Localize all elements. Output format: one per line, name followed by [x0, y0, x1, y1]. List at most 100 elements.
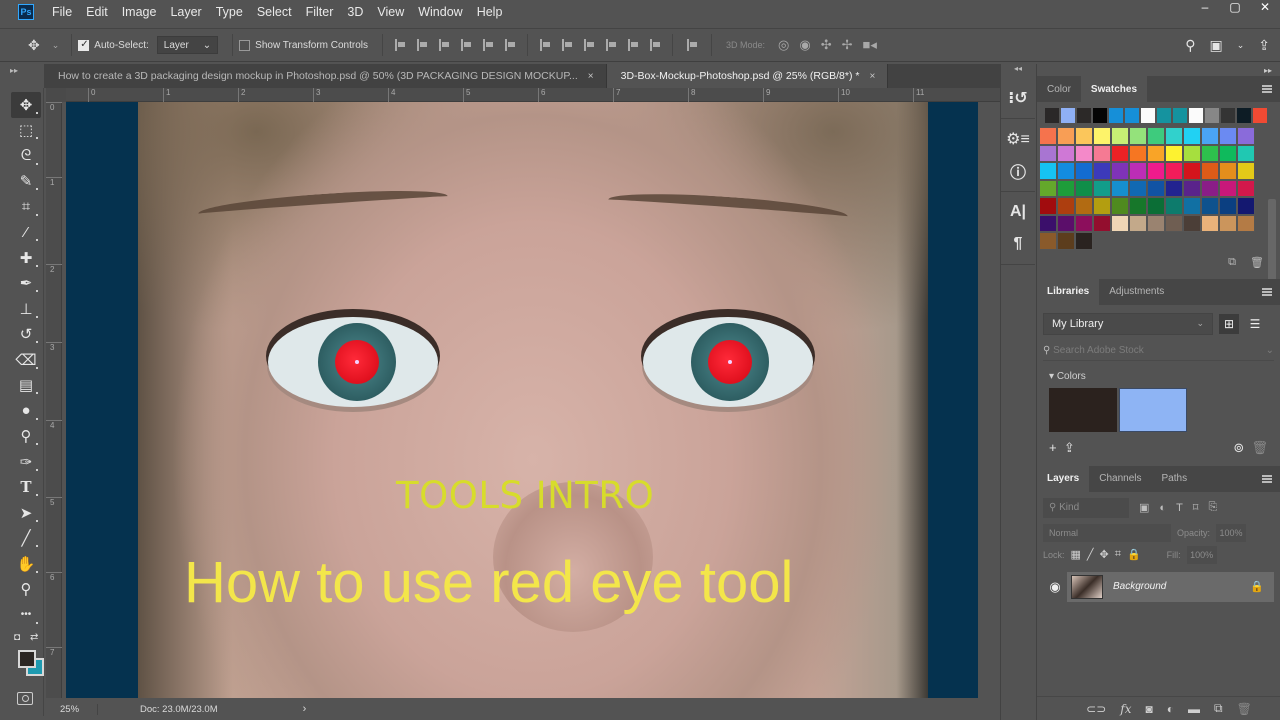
- link-icon[interactable]: ⊂⊃: [1086, 702, 1106, 716]
- color-swatch[interactable]: [1201, 179, 1219, 197]
- pen-tool[interactable]: ✑: [11, 449, 41, 475]
- color-swatch[interactable]: [1183, 179, 1201, 197]
- status-menu-arrow[interactable]: ›: [303, 703, 307, 715]
- filter-pixel-icon[interactable]: ▣: [1139, 501, 1149, 514]
- panel-menu-icon[interactable]: [1262, 85, 1272, 93]
- marquee-tool[interactable]: ⬚: [11, 118, 41, 144]
- paragraph-icon[interactable]: ¶: [1001, 228, 1035, 260]
- auto-select-target-dropdown[interactable]: Layer ⌄: [156, 36, 219, 54]
- lock-image-icon[interactable]: ╱: [1087, 548, 1094, 561]
- color-swatch[interactable]: [1075, 197, 1093, 215]
- color-swatch[interactable]: [1129, 144, 1147, 162]
- align-left-icon[interactable]: [461, 39, 471, 51]
- adjustment-icon[interactable]: ◐: [1167, 702, 1174, 716]
- color-swatch[interactable]: [1075, 144, 1093, 162]
- library-color-blue[interactable]: [1119, 387, 1187, 432]
- roll-3d-icon[interactable]: ◉: [799, 37, 810, 53]
- workspace-icon[interactable]: ▣: [1209, 37, 1222, 54]
- history-icon[interactable]: ⁝↺: [1001, 82, 1035, 114]
- panel-menu-icon[interactable]: [1262, 287, 1272, 296]
- color-swatch[interactable]: [1183, 127, 1201, 145]
- path-selection-tool[interactable]: ➤: [11, 500, 41, 526]
- recent-swatch[interactable]: [1189, 108, 1203, 123]
- healing-brush-tool[interactable]: ✚: [11, 245, 41, 271]
- brush-tool[interactable]: ✒: [11, 271, 41, 297]
- recent-swatch[interactable]: [1157, 108, 1171, 123]
- align-right-icon[interactable]: [505, 39, 515, 51]
- menu-layer[interactable]: Layer: [170, 5, 201, 19]
- blend-mode-dropdown[interactable]: Normal: [1043, 523, 1171, 542]
- lasso-tool[interactable]: ᘓ: [11, 143, 41, 169]
- color-swatch[interactable]: [1093, 144, 1111, 162]
- zoom-tool[interactable]: ⚲: [11, 577, 41, 603]
- menu-window[interactable]: Window: [418, 5, 462, 19]
- distribute-top-icon[interactable]: [540, 39, 550, 51]
- color-swatch[interactable]: [1057, 162, 1075, 180]
- color-swatch[interactable]: [1237, 179, 1255, 197]
- color-swatch[interactable]: [1111, 214, 1129, 232]
- visibility-eye-icon[interactable]: ◉: [1043, 579, 1067, 595]
- color-swatch[interactable]: [1039, 214, 1057, 232]
- collapse-icons-icon[interactable]: ◂◂: [1001, 64, 1035, 78]
- color-swatch[interactable]: [1237, 162, 1255, 180]
- color-swatch[interactable]: [1057, 127, 1075, 145]
- color-swatch[interactable]: [1165, 162, 1183, 180]
- color-swatch[interactable]: [1237, 127, 1255, 145]
- color-swatch[interactable]: [1147, 144, 1165, 162]
- align-hcenter-icon[interactable]: [483, 39, 493, 51]
- properties-icon[interactable]: ⚙≡: [1001, 123, 1035, 155]
- color-swatch[interactable]: [1147, 197, 1165, 215]
- menu-3d[interactable]: 3D: [347, 5, 363, 19]
- move-tool-preset-icon[interactable]: ✥: [28, 37, 40, 54]
- recent-swatch[interactable]: [1077, 108, 1091, 123]
- filter-adjustment-icon[interactable]: ◐: [1159, 502, 1166, 514]
- filter-type-icon[interactable]: T: [1176, 502, 1183, 514]
- color-swatch[interactable]: [1093, 179, 1111, 197]
- collapse-toolbar-icon[interactable]: ▸▸: [10, 66, 18, 75]
- distribute-left-icon[interactable]: [606, 39, 616, 51]
- menu-view[interactable]: View: [377, 5, 404, 19]
- color-swatch[interactable]: [1057, 214, 1075, 232]
- show-transform-controls-checkbox[interactable]: [239, 39, 251, 51]
- orbit-3d-icon[interactable]: ◎: [778, 37, 789, 53]
- opacity-input[interactable]: 100%: [1216, 523, 1247, 542]
- color-swatch[interactable]: [1237, 214, 1255, 232]
- color-swatch[interactable]: [1165, 179, 1183, 197]
- foreground-color[interactable]: [18, 649, 36, 668]
- color-swatch[interactable]: [1093, 162, 1111, 180]
- character-icon[interactable]: A|: [1001, 196, 1035, 228]
- recent-swatch[interactable]: [1237, 108, 1251, 123]
- expand-panels-icon[interactable]: ▸▸: [1264, 66, 1272, 75]
- distribute-right-icon[interactable]: [650, 39, 660, 51]
- library-color-dark[interactable]: [1049, 387, 1117, 432]
- color-swatch[interactable]: [1201, 162, 1219, 180]
- document-canvas[interactable]: TOOLS INTRO How to use red eye tool: [66, 102, 978, 698]
- swap-colors-icon[interactable]: ⇄: [30, 632, 38, 643]
- color-swatch[interactable]: [1165, 197, 1183, 215]
- tab-libraries[interactable]: Libraries: [1037, 278, 1100, 305]
- gradient-tool[interactable]: ▤: [11, 373, 41, 399]
- color-swatch[interactable]: [1039, 144, 1057, 162]
- color-swatch[interactable]: [1129, 214, 1147, 232]
- tab-paths[interactable]: Paths: [1152, 466, 1198, 492]
- fill-input[interactable]: 100%: [1186, 545, 1217, 564]
- dodge-tool[interactable]: ⚲: [11, 424, 41, 450]
- colors-section-header[interactable]: ▾ Colors: [1049, 371, 1280, 382]
- canvas-area[interactable]: TOOLS INTRO How to use red eye tool: [62, 102, 1006, 698]
- color-swatch[interactable]: [1039, 197, 1057, 215]
- tab-3d-box-mockup[interactable]: 3D-Box-Mockup-Photoshop.psd @ 25% (RGB/8…: [606, 64, 889, 88]
- color-swatch[interactable]: [1093, 214, 1111, 232]
- mask-icon[interactable]: ◙: [1146, 702, 1153, 716]
- more-tools[interactable]: •••: [11, 602, 41, 628]
- group-icon[interactable]: ▬: [1188, 702, 1200, 716]
- recent-swatch[interactable]: [1109, 108, 1123, 123]
- auto-select-checkbox[interactable]: [78, 39, 90, 51]
- color-swatch[interactable]: [1165, 214, 1183, 232]
- color-swatch[interactable]: [1111, 127, 1129, 145]
- color-swatch[interactable]: [1129, 127, 1147, 145]
- color-swatch[interactable]: [1237, 144, 1255, 162]
- recent-swatch[interactable]: [1125, 108, 1139, 123]
- color-swatch[interactable]: [1219, 144, 1237, 162]
- color-swatch[interactable]: [1183, 144, 1201, 162]
- panel-menu-icon[interactable]: [1262, 474, 1272, 483]
